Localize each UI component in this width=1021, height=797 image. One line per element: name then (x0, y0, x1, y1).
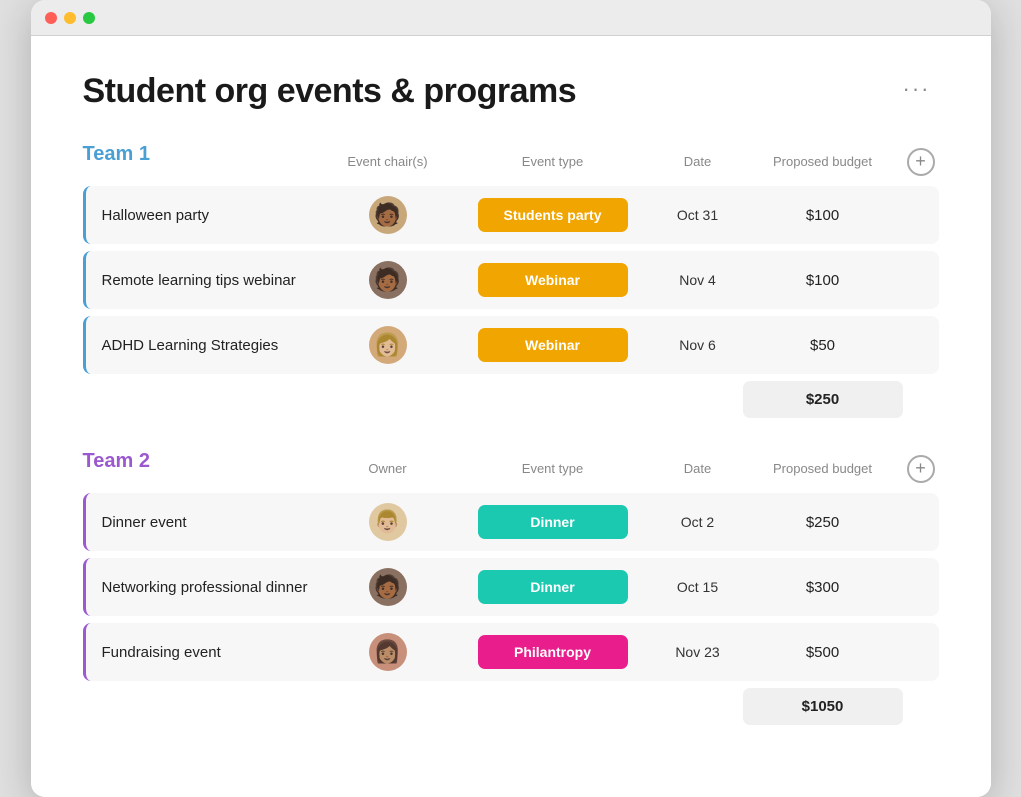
row-event-name: ADHD Learning Strategies (86, 337, 323, 354)
row-event-name: Dinner event (86, 514, 323, 531)
row-date: Nov 23 (653, 644, 743, 660)
avatar-img: 🧑🏾 (369, 261, 407, 299)
team1-col-budget-header: Proposed budget (743, 154, 903, 169)
team1-col-type-header: Event type (453, 154, 653, 169)
event-type-badge: Dinner (478, 505, 628, 539)
avatar-img: 👩🏽 (369, 633, 407, 671)
event-type-badge: Webinar (478, 328, 628, 362)
row-avatar: 🧑🏾 (323, 196, 453, 234)
row-type: Dinner (453, 505, 653, 539)
row-budget: $250 (743, 514, 903, 531)
avatar-img: 👩🏼 (369, 326, 407, 364)
avatar-img: 🧑🏾 (369, 568, 407, 606)
team1-add-button[interactable]: + (907, 148, 935, 176)
row-budget: $100 (743, 272, 903, 289)
page-header: Student org events & programs ··· (83, 72, 939, 111)
team1-add-btn-header: + (903, 148, 939, 176)
titlebar (31, 0, 991, 36)
team1-total-budget: $250 (743, 381, 903, 418)
more-button[interactable]: ··· (895, 72, 939, 106)
team2-add-btn-header: + (903, 455, 939, 483)
team2-section-header-row: Team 2 Owner Event type Date Proposed bu… (83, 450, 939, 487)
row-budget: $50 (743, 337, 903, 354)
team1-section-header-row: Team 1 Event chair(s) Event type Date Pr… (83, 143, 939, 180)
row-type: Students party (453, 198, 653, 232)
team2-col-chair-header: Owner (323, 461, 453, 476)
app-window: Student org events & programs ··· Team 1… (31, 0, 991, 797)
event-type-badge: Dinner (478, 570, 628, 604)
row-date: Oct 31 (653, 207, 743, 223)
team2-col-date-header: Date (653, 461, 743, 476)
table-row: Dinner event 👨🏼 Dinner Oct 2 $250 (83, 493, 939, 551)
team1-col-date-header: Date (653, 154, 743, 169)
row-avatar: 👩🏽 (323, 633, 453, 671)
avatar-img: 🧑🏾 (369, 196, 407, 234)
row-budget: $300 (743, 579, 903, 596)
table-row: Remote learning tips webinar 🧑🏾 Webinar … (83, 251, 939, 309)
table-row: Networking professional dinner 🧑🏾 Dinner… (83, 558, 939, 616)
team2-add-button[interactable]: + (907, 455, 935, 483)
row-avatar: 🧑🏾 (323, 261, 453, 299)
row-budget: $500 (743, 644, 903, 661)
table-row: Halloween party 🧑🏾 Students party Oct 31… (83, 186, 939, 244)
close-dot (45, 12, 57, 24)
event-type-badge: Webinar (478, 263, 628, 297)
row-avatar: 🧑🏾 (323, 568, 453, 606)
table-row: ADHD Learning Strategies 👩🏼 Webinar Nov … (83, 316, 939, 374)
team2-total-row: $1050 (83, 688, 939, 725)
row-event-name: Remote learning tips webinar (86, 272, 323, 289)
row-budget: $100 (743, 207, 903, 224)
team2-col-type-header: Event type (453, 461, 653, 476)
row-type: Philantropy (453, 635, 653, 669)
row-date: Nov 6 (653, 337, 743, 353)
page-title: Student org events & programs (83, 72, 577, 111)
main-content: Student org events & programs ··· Team 1… (31, 36, 991, 797)
team2-total-budget: $1050 (743, 688, 903, 725)
maximize-dot (83, 12, 95, 24)
row-type: Dinner (453, 570, 653, 604)
minimize-dot (64, 12, 76, 24)
row-event-name: Halloween party (86, 207, 323, 224)
team1-section: Team 1 Event chair(s) Event type Date Pr… (83, 143, 939, 418)
avatar-img: 👨🏼 (369, 503, 407, 541)
event-type-badge: Philantropy (478, 635, 628, 669)
team1-total-row: $250 (83, 381, 939, 418)
row-date: Nov 4 (653, 272, 743, 288)
row-event-name: Networking professional dinner (86, 579, 323, 596)
row-date: Oct 2 (653, 514, 743, 530)
table-row: Fundraising event 👩🏽 Philantropy Nov 23 … (83, 623, 939, 681)
row-avatar: 👨🏼 (323, 503, 453, 541)
team1-title: Team 1 (83, 143, 323, 166)
team2-title: Team 2 (83, 450, 323, 473)
row-type: Webinar (453, 263, 653, 297)
row-type: Webinar (453, 328, 653, 362)
row-date: Oct 15 (653, 579, 743, 595)
team2-col-budget-header: Proposed budget (743, 461, 903, 476)
row-event-name: Fundraising event (86, 644, 323, 661)
row-avatar: 👩🏼 (323, 326, 453, 364)
team1-col-chair-header: Event chair(s) (323, 154, 453, 169)
team2-section: Team 2 Owner Event type Date Proposed bu… (83, 450, 939, 725)
event-type-badge: Students party (478, 198, 628, 232)
